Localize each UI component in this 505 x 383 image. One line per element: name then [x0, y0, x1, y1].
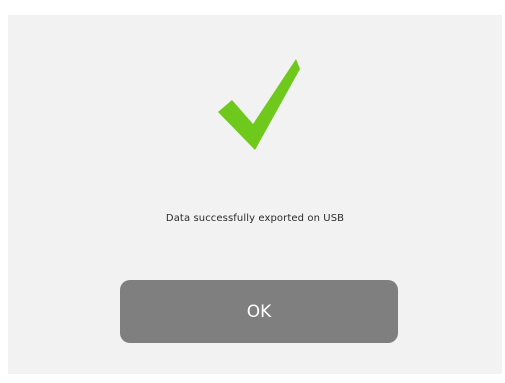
ok-button[interactable]: OK: [120, 280, 398, 343]
ok-button-label: OK: [246, 301, 272, 322]
export-success-dialog: Data successfully exported on USB OK: [8, 15, 502, 374]
checkmark-icon: [218, 59, 300, 150]
status-message: Data successfully exported on USB: [165, 213, 345, 224]
